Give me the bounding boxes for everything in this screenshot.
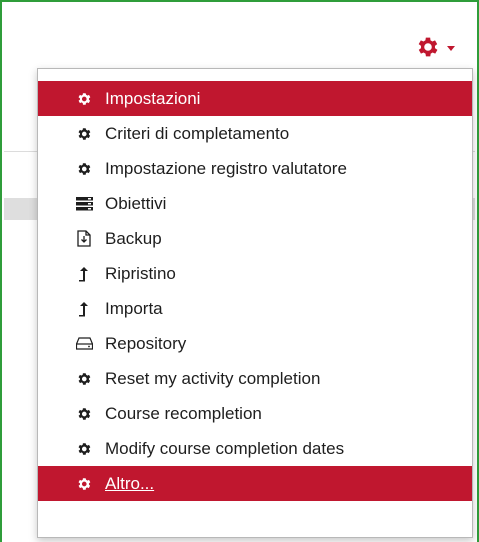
menu-item-label: Repository	[105, 334, 187, 353]
menu-item-modify-completion-dates[interactable]: Modify course completion dates	[38, 431, 472, 466]
file-download-icon	[75, 230, 93, 248]
gear-icon	[75, 160, 93, 178]
menu-item-label: Obiettivi	[105, 194, 167, 213]
menu-item-importa[interactable]: Importa	[38, 291, 472, 326]
gear-icon	[75, 125, 93, 143]
upload-arrow-icon	[75, 265, 93, 283]
menu-item-label: Criteri di completamento	[105, 124, 290, 143]
menu-item-label: Modify course completion dates	[105, 439, 345, 458]
menu-item-course-recompletion[interactable]: Course recompletion	[38, 396, 472, 431]
settings-dropdown-menu: Impostazioni Criteri di completamento Im…	[37, 68, 473, 538]
menu-item-label: Impostazioni	[105, 89, 201, 108]
gear-icon	[75, 440, 93, 458]
menu-item-label: Backup	[105, 229, 162, 248]
gear-icon	[75, 370, 93, 388]
menu-item-obiettivi[interactable]: Obiettivi	[38, 186, 472, 221]
gear-icon	[75, 90, 93, 108]
settings-menu-toggle[interactable]	[415, 30, 473, 64]
menu-item-repository[interactable]: Repository	[38, 326, 472, 361]
page-frame: Impostazioni Criteri di completamento Im…	[0, 0, 479, 542]
menu-item-label: Reset my activity completion	[105, 369, 321, 388]
menu-item-impostazioni[interactable]: Impostazioni	[38, 81, 472, 116]
menu-item-criteri-completamento[interactable]: Criteri di completamento	[38, 116, 472, 151]
menu-item-label: Ripristino	[105, 264, 176, 283]
upload-arrow-icon	[75, 300, 93, 318]
menu-item-label: Course recompletion	[105, 404, 262, 423]
gear-icon	[75, 475, 93, 493]
menu-item-backup[interactable]: Backup	[38, 221, 472, 256]
menu-item-ripristino[interactable]: Ripristino	[38, 256, 472, 291]
menu-item-label: Impostazione registro valutatore	[105, 159, 347, 178]
menu-item-label: Altro...	[105, 474, 155, 493]
menu-item-altro[interactable]: Altro...	[38, 466, 472, 501]
gear-icon	[75, 405, 93, 423]
drive-icon	[75, 335, 93, 353]
caret-down-icon	[447, 45, 455, 51]
menu-item-label: Importa	[105, 299, 163, 318]
gear-icon	[415, 34, 441, 60]
menu-item-reset-activity-completion[interactable]: Reset my activity completion	[38, 361, 472, 396]
server-icon	[75, 195, 93, 213]
menu-item-registro-valutatore[interactable]: Impostazione registro valutatore	[38, 151, 472, 186]
